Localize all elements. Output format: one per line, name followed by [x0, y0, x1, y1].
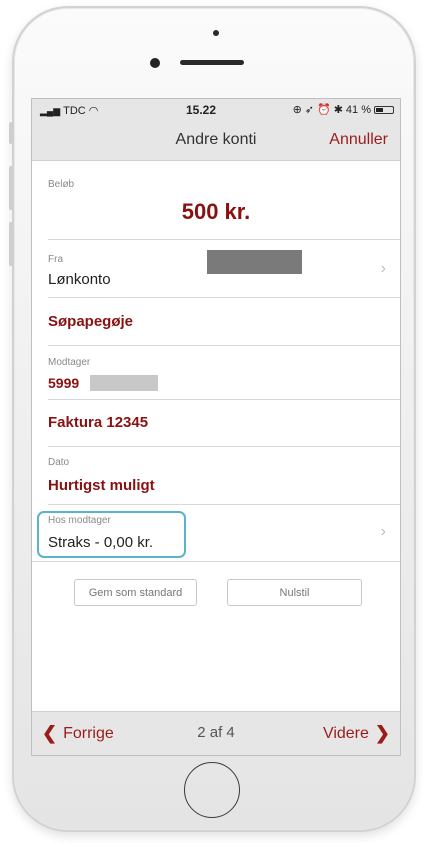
status-bar: ▂▄▆ TDC ◠ 15.22 ⊕ ➶ ⏰ ✱ 41 % [32, 99, 400, 121]
carrier-name: TDC [63, 105, 86, 117]
chevron-left-icon: ❮ [42, 723, 58, 743]
clock: 15.22 [186, 103, 217, 117]
battery-fill [376, 107, 383, 112]
battery-icon [374, 105, 394, 114]
mute-switch [9, 122, 13, 144]
previous-button[interactable]: ❮ Forrige [42, 723, 114, 744]
reference-text[interactable]: Faktura 12345 [48, 414, 148, 431]
signal-icon: ▂▄▆ [40, 106, 61, 116]
cancel-button[interactable]: Annuller [329, 131, 388, 149]
recipient-label: Modtager [48, 357, 91, 368]
next-button[interactable]: Videre ❯ [323, 723, 390, 744]
alarm-icon: ⏰ [317, 104, 331, 116]
carrier-info: ▂▄▆ TDC ◠ [40, 104, 98, 117]
wifi-icon: ◠ [88, 105, 99, 117]
volume-up-button [9, 166, 13, 210]
proximity-sensor [213, 30, 219, 36]
navigation-bar: Andre konti Annuller [32, 121, 400, 161]
previous-label: Forrige [63, 724, 114, 742]
amount-label: Beløb [48, 179, 75, 190]
next-label: Videre [322, 724, 369, 742]
front-camera [150, 58, 160, 68]
recipient-value[interactable]: 5999 [48, 375, 79, 391]
volume-down-button [9, 222, 13, 266]
chevron-right-icon: ❯ [374, 723, 390, 743]
date-label: Dato [48, 457, 70, 468]
redacted-recipient-number [90, 375, 158, 391]
bluetooth-icon: ✱ [333, 104, 343, 116]
chevron-right-icon: › [380, 260, 386, 277]
chevron-right-icon: › [380, 523, 386, 540]
home-button[interactable] [184, 762, 240, 818]
battery-percent: 41 % [345, 103, 371, 116]
from-account-value: Lønkonto [48, 271, 111, 288]
location-icon: ➶ [304, 104, 314, 116]
earpiece-speaker [180, 60, 244, 65]
divider [32, 561, 400, 562]
recipient-name[interactable]: Søpapegøje [48, 313, 133, 330]
status-icons: ⊕ ➶ ⏰ ✱ 41 % [293, 103, 394, 116]
divider [48, 297, 400, 298]
save-as-default-button[interactable]: Gem som standard [74, 579, 197, 606]
date-value[interactable]: Hurtigst muligt [48, 477, 155, 494]
divider [48, 345, 400, 346]
redacted-account-number [207, 250, 302, 274]
divider [48, 446, 400, 447]
divider [48, 399, 400, 400]
amount-value[interactable]: 500 kr. [32, 199, 400, 225]
focus-highlight [37, 511, 186, 558]
reset-button[interactable]: Nulstil [227, 579, 362, 606]
lock-rotation-icon: ⊕ [292, 104, 302, 116]
from-account-row[interactable]: Fra Lønkonto › [32, 240, 400, 296]
bottom-navigation-bar: ❮ Forrige 2 af 4 Videre ❯ [32, 711, 400, 755]
from-label: Fra [48, 254, 63, 265]
app-screen: ▂▄▆ TDC ◠ 15.22 ⊕ ➶ ⏰ ✱ 41 % Andre konti… [31, 98, 401, 756]
